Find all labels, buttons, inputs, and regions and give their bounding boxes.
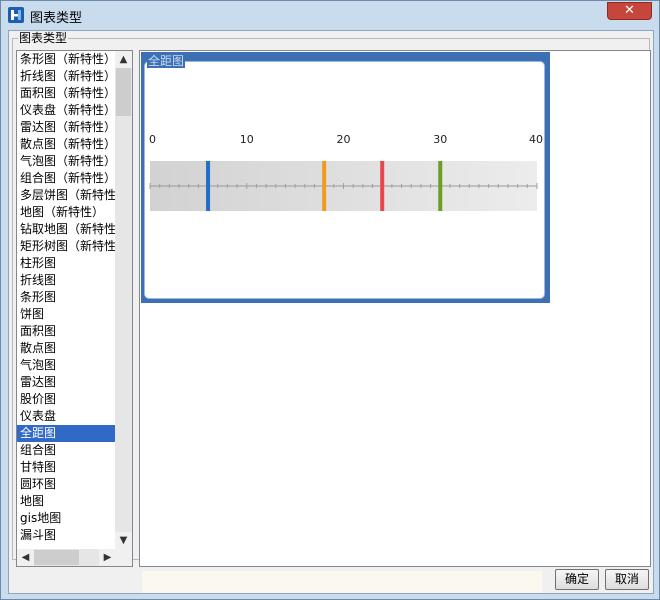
arrow-left-icon[interactable]: ◀ [17,549,34,566]
cancel-button[interactable]: 取消 [605,569,649,590]
arrow-down-icon[interactable]: ▼ [115,532,132,549]
range-marker [322,161,327,211]
chart-type-item[interactable]: 地图 [17,493,116,510]
chart-type-items: 条形图（新特性） 折线图（新特性） 面积图（新特性） 仪表盘（新特性） 雷达图（新特性）… [17,51,116,544]
range-marker [438,161,443,211]
ok-button[interactable]: 确定 [555,569,599,590]
arrow-up-icon[interactable]: ▲ [115,51,132,68]
scroll-corner [115,549,132,566]
chart-type-item[interactable]: 仪表盘（新特性） [17,102,116,119]
tick-label: 0 [149,133,156,146]
close-icon: ✕ [624,3,635,18]
chart-type-item[interactable]: 面积图 [17,323,116,340]
chart-type-item[interactable]: 组合图（新特性） [17,170,116,187]
chart-type-item[interactable]: 甘特图 [17,459,116,476]
thumbnail-caption: 全距图 [147,54,186,68]
chart-thumbnail-frame: 0 10 20 30 40 [144,61,545,299]
arrow-right-icon[interactable]: ▶ [99,549,116,566]
chart-type-item[interactable]: 地图（新特性） [17,204,116,221]
chart-type-item[interactable]: 多层饼图（新特性 [17,187,116,204]
window-title: 图表类型 [30,11,83,26]
chart-type-item[interactable]: gis地图 [17,510,116,527]
chart-type-item[interactable]: 散点图（新特性） [17,136,116,153]
chart-type-item[interactable]: 矩形树图（新特性 [17,238,116,255]
close-button[interactable]: ✕ [607,2,652,20]
group-label: 图表类型 [18,31,69,45]
tick-label: 40 [529,133,543,146]
chart-type-item[interactable]: 圆环图 [17,476,116,493]
chart-type-item[interactable]: 面积图（新特性） [17,85,116,102]
chart-type-item[interactable]: 柱形图 [17,255,116,272]
range-marker [206,161,211,211]
vertical-scrollbar[interactable]: ▲ ▼ [115,51,132,549]
chart-type-item[interactable]: 条形图 [17,289,116,306]
dialog-window: 图表类型 ✕ 图表类型 条形图（新特性） 折线图（新特性） 面积图（新特性） 仪表盘（… [0,0,660,600]
chart-type-item[interactable]: 股价图 [17,391,116,408]
scroll-thumb[interactable] [116,68,131,116]
chart-type-item[interactable]: 气泡图（新特性） [17,153,116,170]
horizontal-scrollbar[interactable]: ◀ ▶ [17,549,116,566]
chart-type-list[interactable]: 条形图（新特性） 折线图（新特性） 面积图（新特性） 仪表盘（新特性） 雷达图（新特性）… [16,50,133,567]
chart-type-item[interactable]: 漏斗图 [17,527,116,544]
chart-type-item[interactable]: 气泡图 [17,357,116,374]
chart-type-item[interactable]: 饼图 [17,306,116,323]
range-chart: 0 10 20 30 40 [149,133,543,211]
chart-thumbnail-selected[interactable]: 0 10 20 30 40 全距图 [141,52,550,303]
status-strip [142,571,542,593]
hscroll-thumb[interactable] [34,550,79,565]
range-marker [380,161,385,211]
chart-preview-panel: 0 10 20 30 40 全距图 [139,50,651,567]
chart-type-item[interactable]: 条形图（新特性） [17,51,116,68]
title-bar[interactable]: 图表类型 ✕ [1,1,659,29]
chart-type-item[interactable]: 折线图 [17,272,116,289]
dialog-client-area: 图表类型 条形图（新特性） 折线图（新特性） 面积图（新特性） 仪表盘（新特性） 雷达图… [8,30,654,594]
tick-label: 30 [433,133,447,146]
tick-label: 20 [337,133,351,146]
chart-type-item[interactable]: 折线图（新特性） [17,68,116,85]
chart-type-item[interactable]: 仪表盘 [17,408,116,425]
chart-type-group: 图表类型 条形图（新特性） 折线图（新特性） 面积图（新特性） 仪表盘（新特性） 雷达图… [12,31,651,567]
chart-type-item[interactable]: 钻取地图（新特性） [17,221,116,238]
chart-type-item[interactable]: 散点图 [17,340,116,357]
chart-type-item[interactable]: 全距图 [17,425,116,442]
chart-type-item[interactable]: 雷达图（新特性） [17,119,116,136]
chart-type-item[interactable]: 雷达图 [17,374,116,391]
tick-label: 10 [240,133,254,146]
app-logo-icon [8,7,24,23]
chart-type-item[interactable]: 组合图 [17,442,116,459]
